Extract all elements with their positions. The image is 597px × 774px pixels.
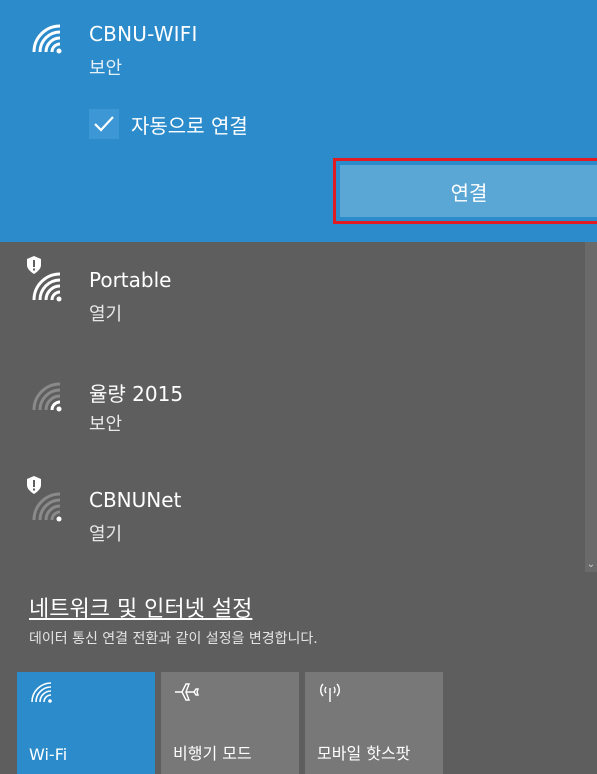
hotspot-icon <box>317 680 343 706</box>
tile-label: Wi-Fi <box>29 745 68 764</box>
network-security: 열기 <box>89 304 123 325</box>
auto-connect-label: 자동으로 연결 <box>131 113 248 138</box>
shield-warning-icon <box>26 256 42 278</box>
list-item-network[interactable]: CBNUNet 열기 <box>0 462 580 572</box>
network-name: CBNUNet <box>89 488 182 512</box>
airplane-mode-tile[interactable]: 비행기 모드 <box>161 672 299 774</box>
network-settings-link[interactable]: 네트워크 및 인터넷 설정 <box>29 591 252 623</box>
network-settings-description: 데이터 통신 연결 전환과 같이 설정을 변경합니다. <box>29 631 318 647</box>
mobile-hotspot-tile[interactable]: 모바일 핫스팟 <box>305 672 443 774</box>
list-item-network[interactable]: 율량 2015 보안 <box>0 352 580 462</box>
shield-warning-icon <box>26 476 42 498</box>
network-name: 율량 2015 <box>89 382 184 406</box>
tile-label: 비행기 모드 <box>173 744 252 763</box>
wifi-toggle-tile[interactable]: Wi-Fi <box>17 672 155 774</box>
chevron-down-icon[interactable]: ⌄ <box>585 558 597 572</box>
list-item-network[interactable]: Portable 열기 <box>0 242 580 352</box>
airplane-icon <box>173 680 199 706</box>
network-name: CBNU-WIFI <box>89 22 198 46</box>
wifi-icon <box>29 680 55 706</box>
network-security: 보안 <box>89 58 123 79</box>
checkmark-icon[interactable] <box>89 109 119 139</box>
scrollbar[interactable]: ⌄ <box>585 242 597 572</box>
network-name: Portable <box>89 268 172 292</box>
tile-label: 모바일 핫스팟 <box>317 744 411 763</box>
connect-button-highlight: 연결 <box>333 158 597 224</box>
network-security: 열기 <box>89 524 123 545</box>
auto-connect-checkbox[interactable]: 자동으로 연결 <box>89 109 248 139</box>
network-flyout: CBNU-WIFI 보안 자동으로 연결 연결 Portable 열기 율량 2… <box>0 0 597 774</box>
network-security: 보안 <box>89 414 123 435</box>
wifi-strong-icon <box>28 22 68 60</box>
selected-network[interactable]: CBNU-WIFI 보안 자동으로 연결 연결 <box>0 0 597 242</box>
wifi-weak-icon <box>28 380 68 418</box>
connect-button[interactable]: 연결 <box>340 165 597 217</box>
